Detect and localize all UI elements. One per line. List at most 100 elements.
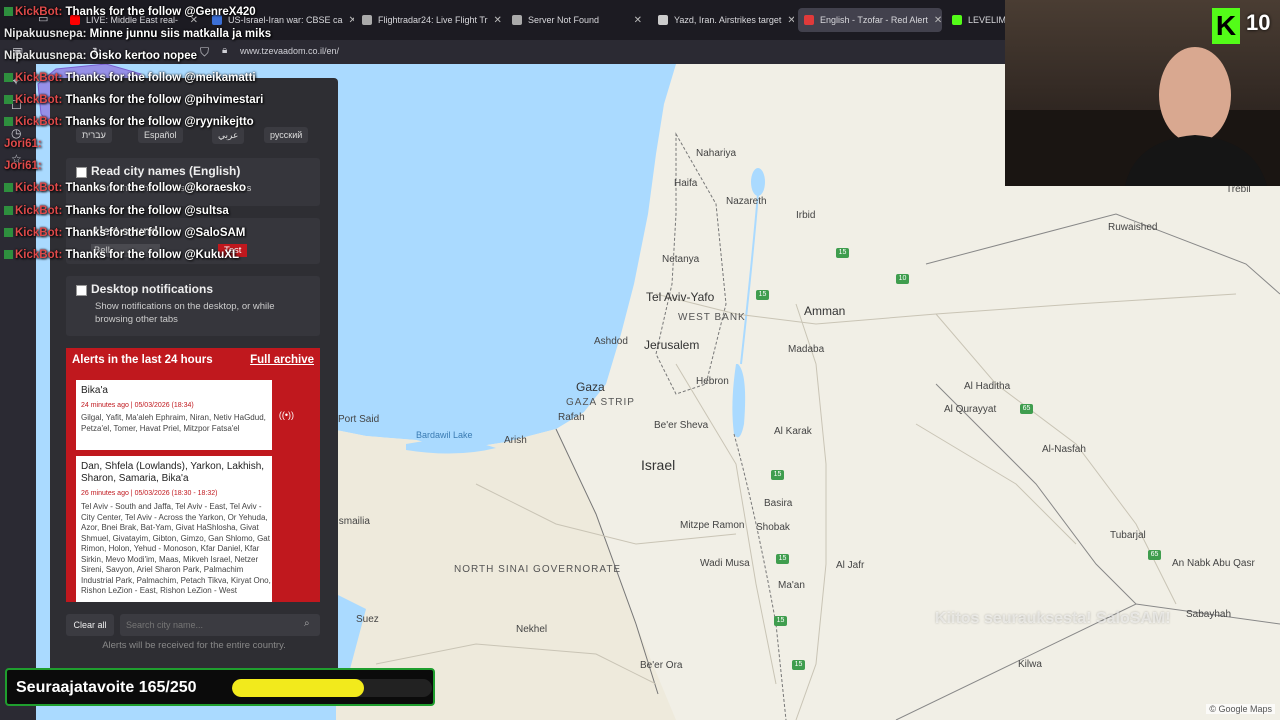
alert-areas: Gilgal, Yafit, Ma'aleh Ephraim, Niran, N… bbox=[81, 413, 266, 433]
alert-areas: Tel Aviv - South and Jaffa, Tel Aviv - E… bbox=[81, 502, 271, 595]
tab-label: Flightradar24: Live Flight Tr bbox=[378, 15, 488, 25]
map-label: Ma'an bbox=[778, 580, 805, 591]
url-field[interactable]: www.tzevaadom.co.il/en/ bbox=[240, 46, 339, 56]
lock-icon[interactable]: 🔒︎ bbox=[222, 45, 227, 56]
alert-city: Bika'a bbox=[81, 385, 108, 396]
map-label: Basira bbox=[764, 498, 793, 509]
map-label: An Nabk Abu Qasr bbox=[1172, 558, 1255, 569]
full-archive-link[interactable]: Full archive bbox=[250, 354, 314, 366]
map-label: Ashdod bbox=[594, 336, 628, 347]
map-label: Port Said bbox=[338, 414, 380, 425]
tab-kick[interactable]: LEVELIMEI bbox=[946, 8, 1005, 32]
alert-card[interactable]: Dan, Shfela (Lowlands), Yarkon, Lakhish,… bbox=[76, 456, 300, 602]
chat-message: Nipakuusnepa: Minne junnu siis matkalla … bbox=[4, 28, 272, 40]
map-label: Haifa bbox=[674, 178, 698, 189]
map-label: Be'er Sheva bbox=[654, 420, 709, 431]
alert-time: 24 minutes ago | 05/03/2026 (18:34) bbox=[81, 402, 194, 409]
follower-goal-fill bbox=[232, 679, 364, 697]
language-spanish-button[interactable]: Español bbox=[138, 127, 183, 143]
kick-favicon-icon bbox=[952, 15, 962, 25]
verified-badge-icon bbox=[4, 73, 13, 82]
verified-badge-icon bbox=[4, 206, 13, 215]
tab-flightradar[interactable]: Flightradar24: Live Flight Tr ✕ bbox=[356, 8, 504, 32]
tab-yazd[interactable]: Yazd, Iran. Airstrikes target ✕ bbox=[652, 8, 794, 32]
verified-badge-icon bbox=[4, 117, 13, 126]
verified-badge-icon bbox=[4, 228, 13, 237]
chat-message: KickBot: Thanks for the follow @sultsa bbox=[4, 205, 229, 217]
highway-shield-icon: 65 bbox=[1020, 404, 1033, 414]
verified-badge-icon bbox=[4, 7, 13, 16]
map-label: Nazareth bbox=[726, 196, 767, 207]
chat-message: KickBot: Thanks for the follow @KukuXL bbox=[4, 249, 239, 261]
map-label: Ismailia bbox=[336, 516, 370, 527]
close-icon[interactable]: ✕ bbox=[934, 15, 942, 26]
language-arabic-button[interactable]: عربي bbox=[212, 127, 245, 144]
map-label: Al Karak bbox=[774, 426, 812, 437]
map-label: NORTH SINAI GOVERNORATE bbox=[454, 564, 622, 575]
kick-logo: K bbox=[1212, 8, 1240, 44]
chat-message: KickBot: Thanks for the follow @SaloSAM bbox=[4, 227, 245, 239]
chat-message: Jori61: bbox=[4, 160, 42, 172]
language-hebrew-button[interactable]: עברית bbox=[76, 127, 112, 143]
close-icon[interactable]: ✕ bbox=[787, 15, 794, 26]
shield-icon[interactable]: ⛉ bbox=[200, 45, 209, 60]
map-label: Kilwa bbox=[1018, 659, 1042, 670]
map-label: Tel Aviv-Yafo bbox=[646, 290, 715, 304]
chat-message: KickBot: Thanks for the follow @pihvimes… bbox=[4, 94, 263, 106]
info-favicon-icon bbox=[512, 15, 522, 25]
search-icon[interactable]: ⌕ bbox=[304, 618, 310, 629]
map-label: Rafah bbox=[558, 412, 585, 423]
map-label: GAZA STRIP bbox=[566, 397, 635, 408]
follower-goal-text: Seuraajatavoite 165/250 bbox=[16, 679, 197, 696]
map-label: Jerusalem bbox=[644, 338, 700, 352]
map-label: Be'er Ora bbox=[640, 660, 683, 671]
city-search-input[interactable] bbox=[120, 614, 320, 636]
alert-time: 26 minutes ago | 05/03/2026 (18:30 - 18:… bbox=[81, 490, 218, 497]
close-icon[interactable]: ✕ bbox=[494, 15, 502, 26]
chat-message: Nipakuusnepa: Oisko kertoo nopee bbox=[4, 50, 197, 62]
alerts-header: Alerts in the last 24 hours Full archive bbox=[66, 348, 320, 372]
highway-shield-icon: 15 bbox=[756, 290, 769, 300]
map-label: Gaza bbox=[576, 380, 605, 394]
map-label: Arish bbox=[504, 435, 527, 446]
map-label: Irbid bbox=[796, 210, 816, 221]
chat-message: KickBot: Thanks for the follow @meikamat… bbox=[4, 72, 256, 84]
verified-badge-icon bbox=[4, 183, 13, 192]
news-favicon-icon bbox=[658, 15, 668, 25]
tab-label: Server Not Found bbox=[528, 15, 600, 25]
language-russian-button[interactable]: русский bbox=[264, 127, 309, 143]
map-label: Shobak bbox=[756, 522, 790, 533]
highway-shield-icon: 65 bbox=[1148, 550, 1161, 560]
close-icon[interactable]: ✕ bbox=[349, 15, 354, 26]
chat-message: KickBot: Thanks for the follow @koraesko bbox=[4, 182, 246, 194]
map-label: Wadi Musa bbox=[700, 558, 750, 569]
map-label: Al-Nasfah bbox=[1042, 444, 1086, 455]
tab-label: LEVELIMEI bbox=[968, 15, 1005, 25]
tzofar-settings-panel: עברית Español عربي русский Read city nam… bbox=[50, 78, 338, 698]
alert-card[interactable]: ((•)) Bika'a 24 minutes ago | 05/03/2026… bbox=[76, 380, 300, 450]
map-credit[interactable]: © Google Maps bbox=[1206, 704, 1275, 714]
chat-message: Jori61: bbox=[4, 138, 42, 150]
tab-server-not-found[interactable]: Server Not Found ✕ bbox=[506, 8, 648, 32]
map-label: WEST BANK bbox=[678, 312, 746, 323]
tab-label: Yazd, Iran. Airstrikes target bbox=[674, 15, 782, 25]
map-label: Tubarjal bbox=[1110, 530, 1146, 541]
tab-label: English - Tzofar - Red Alert bbox=[820, 15, 928, 25]
desktop-notifications-checkbox[interactable] bbox=[76, 285, 87, 296]
map-label: Suez bbox=[356, 614, 379, 625]
map-label: Madaba bbox=[788, 344, 825, 355]
map-label: Ruwaished bbox=[1108, 222, 1158, 233]
tab-tzofar-red-alert[interactable]: English - Tzofar - Red Alert ✕ bbox=[798, 8, 942, 32]
map-label: Al Jafr bbox=[836, 560, 865, 571]
alert-card-sidebar bbox=[272, 456, 300, 602]
map-label: Nahariya bbox=[696, 148, 737, 159]
alerts-list[interactable]: ((•)) Bika'a 24 minutes ago | 05/03/2026… bbox=[66, 372, 320, 602]
globe-favicon-icon bbox=[362, 15, 372, 25]
close-icon[interactable]: ✕ bbox=[634, 15, 642, 26]
desktop-notifications-option: Desktop notifications Show notifications… bbox=[66, 276, 320, 336]
read-city-names-checkbox[interactable] bbox=[76, 167, 87, 178]
viewer-count: 10 bbox=[1246, 10, 1271, 35]
map-label: Bardawil Lake bbox=[416, 430, 473, 440]
option-label: Read city names (English) bbox=[91, 164, 241, 178]
clear-all-button[interactable]: Clear all bbox=[66, 614, 114, 636]
